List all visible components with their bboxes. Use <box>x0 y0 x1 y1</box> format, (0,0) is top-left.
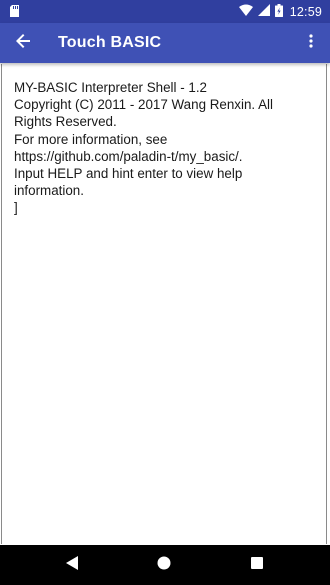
cellular-signal-icon <box>257 4 270 19</box>
sd-card-icon <box>10 5 19 20</box>
nav-back-button[interactable] <box>61 554 83 576</box>
console-line: Copyright (C) 2011 - 2017 Wang Renxin. A… <box>14 97 274 130</box>
arrow-back-icon <box>16 33 30 53</box>
console-output[interactable]: MY-BASIC Interpreter Shell - 1.2 Copyrig… <box>1 64 327 544</box>
more-vert-icon <box>309 33 313 53</box>
navigation-bar <box>0 545 330 585</box>
recents-square-icon <box>251 556 263 574</box>
app-title: Touch BASIC <box>58 34 162 51</box>
overflow-menu-button[interactable] <box>300 29 322 57</box>
nav-recents-button[interactable] <box>246 554 268 576</box>
battery-icon <box>274 3 283 20</box>
nav-home-button[interactable] <box>153 554 175 576</box>
home-circle-icon <box>157 556 171 575</box>
status-time: 12:59 <box>289 4 322 19</box>
console-prompt: ] <box>14 200 18 216</box>
status-bar: 12:59 <box>0 0 330 23</box>
back-button[interactable] <box>9 29 37 57</box>
wifi-icon <box>238 4 253 19</box>
console-text: MY-BASIC Interpreter Shell - 1.2 Copyrig… <box>14 79 306 217</box>
console-line: Input HELP and hint enter to view help i… <box>14 166 243 199</box>
back-triangle-icon <box>66 555 78 575</box>
console-line: MY-BASIC Interpreter Shell - 1.2 <box>14 80 208 95</box>
screen: 12:59 Touch BASIC MY-BASIC Interpreter S… <box>0 0 330 585</box>
app-bar: Touch BASIC <box>0 23 330 63</box>
console-line: For more information, see https://github… <box>14 131 243 164</box>
